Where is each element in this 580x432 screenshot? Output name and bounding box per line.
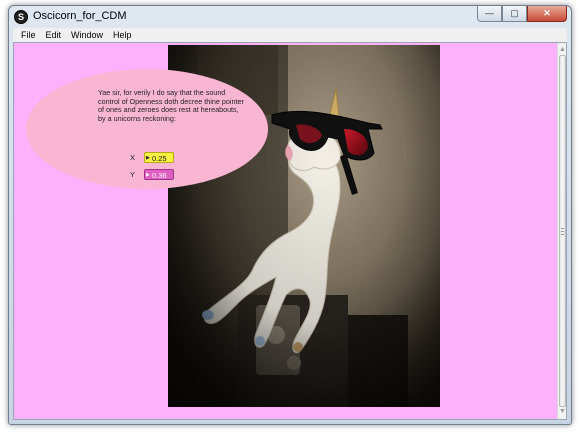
- scroll-up-arrow-icon[interactable]: ▲: [558, 45, 566, 55]
- y-label: Y: [130, 170, 136, 179]
- window-controls: — ▢ ✕: [477, 6, 567, 23]
- scroll-down-arrow-icon[interactable]: ▼: [558, 407, 566, 417]
- speech-message: Yae sir, for verily I do say that the so…: [98, 88, 244, 123]
- menu-edit[interactable]: Edit: [41, 28, 67, 42]
- y-value: 0.36: [152, 171, 167, 180]
- x-value-field[interactable]: ▶ 0.25: [144, 152, 174, 163]
- title-bar[interactable]: S Oscicorn_for_CDM — ▢ ✕: [9, 6, 571, 28]
- app-window: S Oscicorn_for_CDM — ▢ ✕ File Edit Windo…: [8, 5, 572, 425]
- grip-line: [561, 234, 564, 235]
- menu-window[interactable]: Window: [66, 28, 108, 42]
- window-title: Oscicorn_for_CDM: [33, 10, 127, 22]
- sketch-canvas[interactable]: Yae sir, for verily I do say that the so…: [13, 42, 567, 420]
- maximize-button[interactable]: ▢: [502, 6, 527, 22]
- scrollbar-thumb[interactable]: [559, 55, 566, 407]
- x-arrow-icon: ▶: [146, 155, 150, 161]
- y-arrow-icon: ▶: [146, 172, 150, 178]
- menu-file[interactable]: File: [16, 28, 41, 42]
- x-label: X: [130, 153, 136, 162]
- close-button[interactable]: ✕: [527, 6, 567, 22]
- app-icon[interactable]: S: [14, 10, 28, 24]
- menu-bar: File Edit Window Help: [13, 28, 567, 42]
- minimize-button[interactable]: —: [477, 6, 502, 22]
- x-value: 0.25: [152, 154, 167, 163]
- y-value-field[interactable]: ▶ 0.36: [144, 169, 174, 180]
- vertical-scrollbar[interactable]: ▲ ▼: [557, 43, 566, 419]
- grip-line: [561, 231, 564, 232]
- menu-help[interactable]: Help: [108, 28, 137, 42]
- grip-line: [561, 228, 564, 229]
